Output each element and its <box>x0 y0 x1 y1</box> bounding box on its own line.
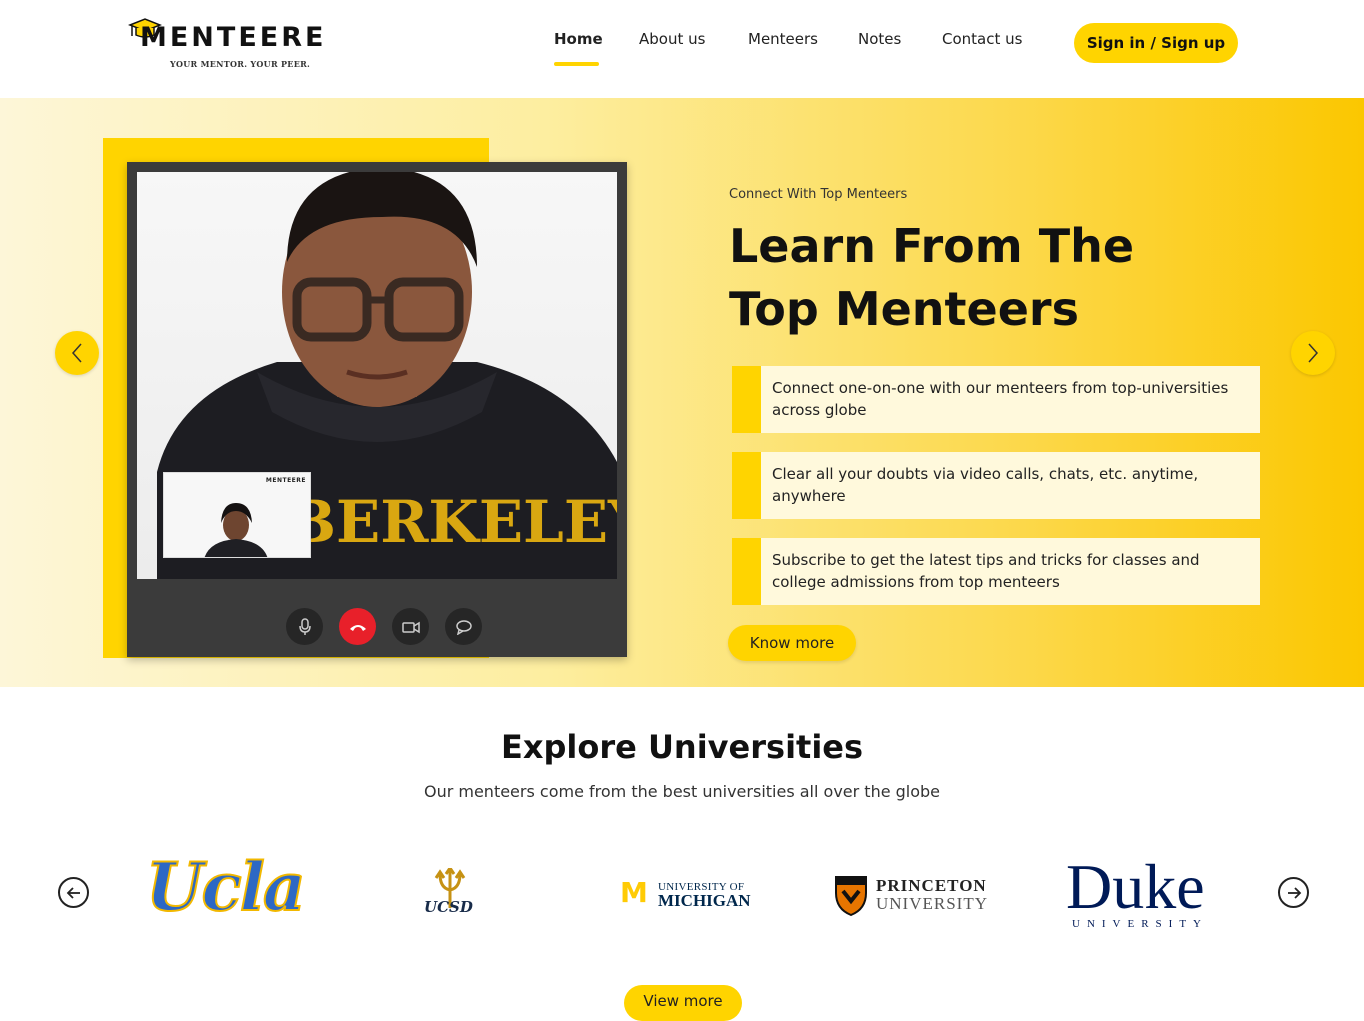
arrow-left-icon <box>66 886 80 899</box>
nav-about-us[interactable]: About us <box>639 30 705 48</box>
microphone-button[interactable] <box>286 608 323 645</box>
view-more-button[interactable]: View more <box>624 985 742 1021</box>
mentee-illustration <box>204 503 268 557</box>
chevron-right-icon <box>1308 343 1319 363</box>
end-call-icon <box>349 624 366 631</box>
hero-prev-button[interactable] <box>55 331 99 375</box>
princeton-shield-icon <box>835 876 867 917</box>
michigan-block-m: M <box>620 876 648 909</box>
universities-title: Explore Universities <box>500 728 864 766</box>
feature-text: Clear all your doubts via video calls, c… <box>772 465 1199 505</box>
nav-menteers[interactable]: Menteers <box>748 30 818 48</box>
hero-kicker: Connect With Top Menteers <box>729 187 908 202</box>
nav-contact-us[interactable]: Contact us <box>942 30 1022 48</box>
michigan-line2: MICHIGAN <box>658 891 751 910</box>
hero-next-button[interactable] <box>1291 331 1335 375</box>
self-view-pip: MENTEERE <box>163 472 311 558</box>
feature-text: Subscribe to get the latest tips and tri… <box>772 551 1200 591</box>
duke-logo[interactable]: Duke UNIVERSITY <box>1066 852 1231 932</box>
camera-icon <box>401 621 420 633</box>
hero-carousel: BERKELEY MENTEERE Connect With Top Mente… <box>0 98 1364 687</box>
nav-notes[interactable]: Notes <box>858 30 901 48</box>
chat-icon <box>455 619 472 635</box>
universities-prev-button[interactable] <box>58 877 89 908</box>
universities-next-button[interactable] <box>1278 877 1309 908</box>
end-call-button[interactable] <box>339 608 376 645</box>
ucla-wordmark: Ucla <box>145 847 307 927</box>
video-call-mockup: BERKELEY MENTEERE <box>127 162 627 657</box>
camera-button[interactable] <box>392 608 429 645</box>
know-more-button[interactable]: Know more <box>728 625 856 661</box>
princeton-logo[interactable]: PRINCETON UNIVERSITY <box>834 873 999 917</box>
duke-subtitle: UNIVERSITY <box>1072 918 1208 930</box>
brand-name: MENTEERE <box>140 22 327 53</box>
brand-tagline: YOUR MENTOR. YOUR PEER. <box>170 59 311 69</box>
trident-icon: UCSD <box>424 865 473 916</box>
mentor-video: BERKELEY MENTEERE <box>137 172 617 579</box>
princeton-line2: UNIVERSITY <box>876 894 988 913</box>
active-nav-indicator <box>554 62 599 66</box>
ucsd-logo[interactable]: UCSD <box>422 865 478 918</box>
pip-brand-label: MENTEERE <box>265 477 306 484</box>
feature-item: Clear all your doubts via video calls, c… <box>732 452 1260 519</box>
menteere-logo[interactable]: MENTEERE YOUR MENTOR. YOUR PEER. <box>128 16 328 72</box>
shirt-text: BERKELEY <box>287 488 617 556</box>
microphone-icon <box>298 617 311 635</box>
princeton-line1: PRINCETON <box>876 876 987 895</box>
chat-button[interactable] <box>445 608 482 645</box>
hero-title: Learn From The Top Menteers <box>729 219 1135 336</box>
site-header: MENTEERE YOUR MENTOR. YOUR PEER. Home Ab… <box>0 0 1364 98</box>
feature-accent <box>732 452 761 519</box>
ucsd-wordmark: UCSD <box>424 898 473 916</box>
ucla-logo[interactable]: Ucla <box>145 847 307 927</box>
call-controls <box>127 590 627 657</box>
nav-home[interactable]: Home <box>554 30 603 66</box>
chevron-left-icon <box>71 343 82 363</box>
feature-item: Subscribe to get the latest tips and tri… <box>732 538 1260 605</box>
feature-accent <box>732 538 761 605</box>
michigan-logo[interactable]: M UNIVERSITY OF MICHIGAN <box>620 876 751 912</box>
sign-in-sign-up-button[interactable]: Sign in / Sign up <box>1074 23 1238 63</box>
arrow-right-icon <box>1287 886 1301 899</box>
feature-accent <box>732 366 761 433</box>
duke-wordmark: Duke <box>1066 851 1205 922</box>
universities-subtitle: Our menteers come from the best universi… <box>423 782 941 801</box>
feature-text: Connect one-on-one with our menteers fro… <box>772 379 1229 419</box>
feature-item: Connect one-on-one with our menteers fro… <box>732 366 1260 433</box>
nav-home-label: Home <box>554 30 603 48</box>
